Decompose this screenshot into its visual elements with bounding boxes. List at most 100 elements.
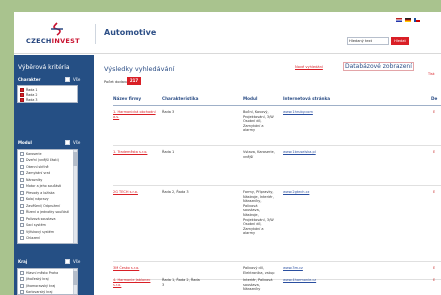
flag-en-icon[interactable]	[396, 18, 402, 22]
checkbox[interactable]	[20, 222, 24, 227]
checkbox[interactable]	[20, 203, 24, 208]
list-item[interactable]: Zamykání vrat	[20, 170, 50, 175]
sidebar-title: Výběrová kritéria	[18, 64, 70, 71]
section-title: Automotive	[104, 28, 157, 37]
checkbox[interactable]	[20, 164, 24, 169]
list-item[interactable]: Motor a jeho součásti	[20, 183, 61, 188]
list-item[interactable]: Řízení a jednotky součástí	[20, 209, 69, 214]
checkbox[interactable]	[20, 92, 24, 97]
flag-de-icon[interactable]	[405, 18, 411, 22]
column-header-name[interactable]: Název firmy	[113, 96, 141, 101]
results-table-header: Název firmy Charakteristika Modul Intern…	[113, 95, 441, 106]
list-item[interactable]: Kola/ nápravy	[20, 196, 49, 201]
checkbox[interactable]	[20, 196, 24, 201]
select-all-checkbox[interactable]	[65, 140, 70, 145]
table-row: 1. Trademěsta s.r.o. Řada 1 Vstava, Karo…	[113, 148, 441, 186]
database-view-link[interactable]: Databázové zobrazení	[343, 62, 414, 71]
scrollbar[interactable]	[73, 150, 77, 243]
row-character: Řada 1, Řada 2, Řada 3	[162, 278, 200, 287]
new-search-link[interactable]: Nové vyhledání	[295, 65, 323, 69]
column-header-website[interactable]: Internetová stránka	[283, 96, 330, 101]
company-name-link[interactable]: 1. Harmonická obchodní a.s.	[113, 110, 159, 119]
page: CZECHINVEST Automotive Hledat Výběrová k…	[14, 12, 441, 295]
search-button[interactable]: Hledat	[391, 37, 409, 45]
website-link[interactable]: www.2gtech.cz	[283, 190, 353, 195]
company-name-link[interactable]: 2G TECH s.r.o.	[113, 190, 159, 195]
column-header-character[interactable]: Charakteristika	[162, 96, 198, 101]
list-item[interactable]: Hlavní město Praha	[20, 270, 58, 275]
list-item[interactable]: Okenní skříně	[20, 164, 49, 169]
checkbox[interactable]	[20, 209, 24, 214]
website-link[interactable]: www.4harmonie.cz	[283, 278, 353, 283]
filter-list-charakter[interactable]: Řada 1 Řada 2 Řada 3	[17, 85, 78, 103]
company-name-link[interactable]: 4. Harmonie Jablonec s.r.o.	[113, 278, 159, 287]
checkbox[interactable]	[20, 190, 24, 195]
row-detail[interactable]: E	[433, 266, 441, 271]
row-module: Palivový díl, Elektronika, vstup	[243, 266, 275, 275]
list-item[interactable]: Jihomoravský kraj	[20, 283, 55, 288]
checkbox[interactable]	[20, 157, 24, 162]
row-detail[interactable]: E	[433, 150, 441, 155]
row-module: Formy, Přípravky, Nástroje, Interiér, Ná…	[243, 190, 274, 236]
checkbox[interactable]	[20, 289, 24, 294]
header: CZECHINVEST Automotive Hledat	[14, 12, 441, 54]
website-link[interactable]: www.3m.cz	[283, 266, 353, 271]
scroll-thumb[interactable]	[73, 271, 77, 285]
list-item[interactable]: Chlazení	[20, 235, 40, 240]
list-item[interactable]: Dveřní (vnější části)	[20, 157, 59, 162]
sidebar: Výběrová kritéria Charakter Vše Řada 1 Ř…	[14, 55, 94, 295]
list-item[interactable]: Výfukový systém	[20, 229, 54, 234]
results-heading: Výsledky vyhledávání	[104, 65, 175, 73]
logo-text: CZECHINVEST	[26, 37, 80, 45]
row-detail[interactable]: E	[433, 278, 441, 283]
scrollbar[interactable]	[73, 269, 77, 294]
checkbox[interactable]	[20, 97, 24, 102]
row-character: Řada 3	[162, 110, 175, 114]
list-item[interactable]: Řada 3	[20, 97, 38, 102]
row-module: Interiér, Palivová soustava, Nárazníky	[243, 278, 273, 292]
filter-list-kraj[interactable]: Hlavní město Praha Jihočeský kraj Jihomo…	[17, 268, 78, 295]
filter-list-modul[interactable]: Karoserie Dveřní (vnější části) Okenní s…	[17, 149, 78, 244]
column-header-module[interactable]: Modul	[243, 96, 257, 101]
list-item[interactable]: Zavěšení/ Odpružení	[20, 203, 60, 208]
language-switcher	[396, 18, 420, 23]
filter-label: Charakter	[18, 77, 41, 82]
checkbox[interactable]	[20, 87, 24, 92]
list-item[interactable]: Palivová soustava	[20, 216, 56, 221]
select-all-checkbox[interactable]	[65, 259, 70, 264]
checkbox[interactable]	[20, 183, 24, 188]
checkbox[interactable]	[20, 177, 24, 182]
checkbox[interactable]	[20, 235, 24, 240]
print-link[interactable]: Tisk	[428, 72, 435, 76]
row-detail[interactable]: E	[433, 190, 441, 195]
checkbox[interactable]	[20, 216, 24, 221]
checkbox[interactable]	[20, 283, 24, 288]
company-name-link[interactable]: 3M Česko s.r.o.	[113, 266, 159, 271]
czechinvest-logo-icon	[51, 22, 63, 36]
column-header-detail: De	[431, 96, 438, 101]
company-name-link[interactable]: 1. Trademěsta s.r.o.	[113, 150, 159, 155]
select-all-checkbox[interactable]	[65, 77, 70, 82]
supplier-count-badge: 217	[127, 77, 141, 85]
search-input[interactable]	[347, 37, 389, 45]
list-item[interactable]: Nárazníky	[20, 177, 42, 182]
checkbox[interactable]	[20, 170, 24, 175]
header-divider	[95, 24, 96, 44]
row-character: Řada 1	[162, 150, 175, 154]
select-all-label: Vše	[73, 77, 81, 82]
checkbox[interactable]	[20, 229, 24, 234]
website-link[interactable]: www.1bruselska.pl	[283, 150, 353, 155]
flag-cz-icon[interactable]	[414, 18, 420, 22]
checkbox[interactable]	[20, 276, 24, 281]
list-item[interactable]: Jihočeský kraj	[20, 276, 49, 281]
checkbox[interactable]	[20, 270, 24, 275]
list-item[interactable]: Karoserie	[20, 151, 41, 156]
website-link[interactable]: www.1hruby.com	[283, 110, 353, 115]
checkbox[interactable]	[20, 151, 24, 156]
list-item[interactable]: Karlovarský kraj	[20, 289, 52, 294]
list-item[interactable]: Převody a ložiska	[20, 190, 55, 195]
scroll-thumb[interactable]	[73, 152, 77, 166]
czechinvest-logo[interactable]: CZECHINVEST	[26, 22, 90, 48]
list-item[interactable]: Sací systém	[20, 222, 46, 227]
row-detail[interactable]: E	[433, 110, 441, 115]
